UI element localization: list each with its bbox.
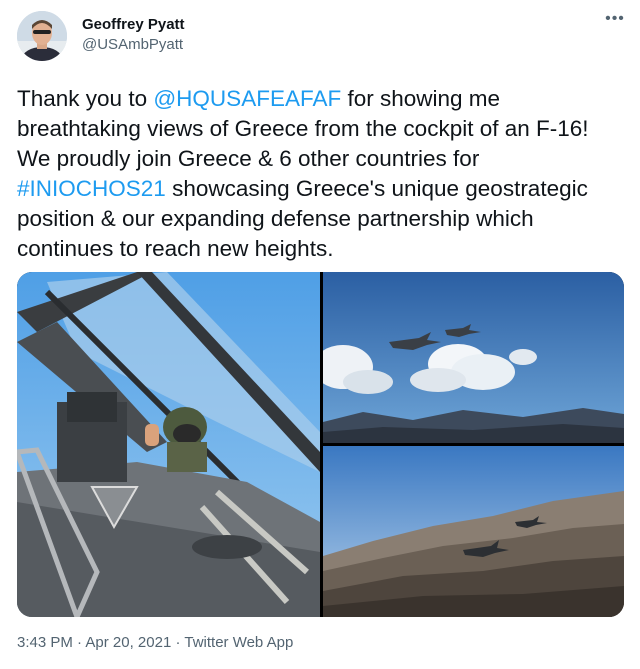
tweet-media-grid [17, 272, 624, 617]
display-name[interactable]: Geoffrey Pyatt [82, 15, 185, 34]
photo-pilot-cockpit[interactable] [17, 272, 320, 617]
hashtag-link[interactable]: #INIOCHOS21 [17, 176, 166, 201]
user-names: Geoffrey Pyatt @USAmbPyatt [82, 15, 185, 55]
more-horizontal-icon[interactable]: ••• [603, 11, 627, 31]
mention-link[interactable]: @HQUSAFEAFAF [153, 86, 341, 111]
tweet-text-part: Thank you to [17, 86, 154, 111]
tweet-source[interactable]: Twitter Web App [184, 634, 293, 651]
meta-separator: · [171, 634, 185, 651]
user-handle[interactable]: @USAmbPyatt [82, 35, 185, 55]
tweet-header: Geoffrey Pyatt @USAmbPyatt ••• [17, 11, 627, 63]
meta-separator: · [72, 634, 86, 651]
tweet-date[interactable]: Apr 20, 2021 [85, 634, 171, 651]
photo-jets-mountains[interactable] [323, 446, 624, 617]
tweet-meta: 3:43 PM · Apr 20, 2021 · Twitter Web App [17, 634, 293, 651]
tweet-text: Thank you to @HQUSAFEAFAF for showing me… [17, 84, 622, 264]
tweet-time[interactable]: 3:43 PM [17, 634, 73, 651]
avatar[interactable] [17, 11, 67, 61]
photo-jets-clouds[interactable] [323, 272, 624, 443]
